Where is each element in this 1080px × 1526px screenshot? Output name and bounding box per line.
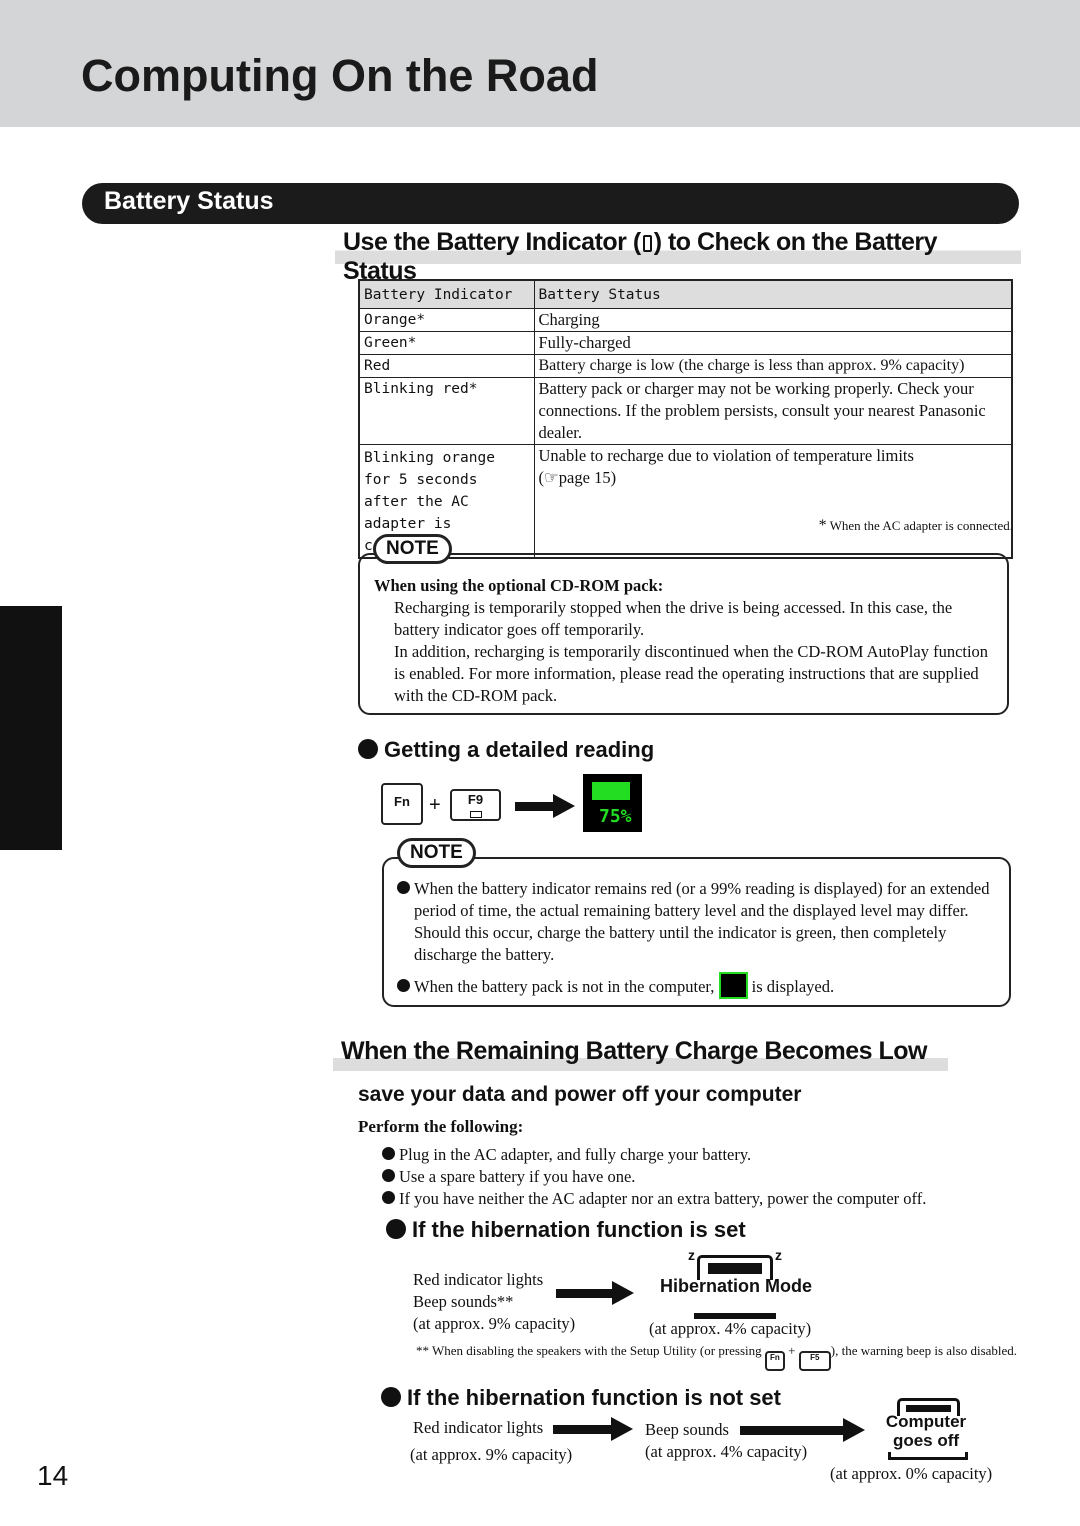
bullet-icon [382,1191,395,1204]
table-row: Blinking orange for 5 seconds after the … [358,443,1013,558]
condition-text: Beep sounds** [413,1292,514,1311]
bullet-icon [382,1169,395,1182]
section-bar: Battery Status [82,183,1019,224]
side-tab [0,606,62,850]
plus-sign: + [788,1343,796,1358]
list-item: If you have neither the AC adapter nor a… [382,1188,926,1210]
note-paragraph: In addition, recharging is temporarily d… [394,642,989,705]
note-label: NOTE [373,534,452,564]
capacity-text: (at approx. 4% capacity) [645,1442,808,1461]
heading-text: If the hibernation function is not set [407,1385,781,1410]
step-text: Red indicator lights [413,1418,544,1437]
cell: Green* [358,330,535,355]
indicator-heading: Use the Battery Indicator () to Check on… [335,228,1021,285]
battery-level-fill [592,782,630,800]
heading-text: Getting a detailed reading [384,737,655,762]
table-row: Orange* Charging [358,307,1013,332]
plus-sign: + [429,794,441,816]
list-item: Plug in the AC adapter, and fully charge… [382,1144,926,1166]
table-footnote: * When the AC adapter is connected. [819,517,1013,535]
page-ref-link[interactable]: page 15) [559,468,616,487]
bullet-icon [397,881,410,894]
battery-percent: 75% [599,806,632,827]
cell: Unable to recharge due to violation of t… [533,443,1013,558]
col-header: Battery Indicator [358,279,535,309]
bullet-icon [381,1387,401,1407]
key-label: F9 [467,792,484,807]
battery-icon [469,811,482,818]
footnote-mark: * [818,517,827,534]
note-content: When using the optional CD-ROM pack: Rec… [374,575,999,707]
footnote-text: ), the warning beep is also disabled. [830,1343,1018,1358]
cell: Battery pack or charger may not be worki… [533,376,1013,445]
computer-off-label: Computer goes off [885,1412,967,1450]
bullet-text: is displayed. [751,977,835,996]
f5-key-icon: F5 [798,1351,831,1371]
hibernation-set-heading: If the hibernation function is set [386,1217,746,1243]
item-text: If you have neither the AC adapter nor a… [399,1189,927,1208]
fn-key-icon: Fn [381,783,423,825]
bullet-icon [386,1219,406,1239]
footnote-text: When the AC adapter is connected. [829,518,1013,533]
cell: Fully-charged [533,330,1013,355]
heading-text: If the hibernation function is set [412,1217,746,1242]
sleep-z-icon: z [688,1247,695,1263]
cell: Red [358,353,535,378]
battery-display-icon: 75% [583,774,642,832]
footnote-text: When disabling the speakers with the Set… [432,1343,762,1358]
cell: Blinking red* [358,376,535,445]
fn-key-icon: Fn [764,1351,785,1371]
bullet-text: When the battery indicator remains red (… [414,879,990,964]
cell: Charging [533,307,1013,332]
pointing-hand-icon: ☞ [544,467,559,487]
table-row: Blinking red* Battery pack or charger may… [358,376,1013,445]
bullet-icon [358,739,378,759]
f9-key-icon: F9 [450,789,501,821]
hib-footnote: ** When disabling the speakers with the … [416,1342,1021,1371]
bullet-icon [382,1147,395,1160]
bullet-icon [397,979,410,992]
cell: Battery charge is low (the charge is les… [533,353,1013,378]
capacity-text: (at approx. 4% capacity) [649,1319,812,1338]
cell: Orange* [358,307,535,332]
step-text: Beep sounds [645,1420,729,1439]
page-title: Computing On the Road [81,50,599,101]
subheading: save your data and power off your comput… [358,1083,802,1106]
cell-text: Unable to recharge due to violation of t… [538,445,914,465]
capacity-text: (at approx. 0% capacity) [830,1464,993,1483]
hib-set-conditions: Red indicator lights Beep sounds** (at a… [413,1269,575,1335]
note-content: When the battery indicator remains red (… [397,878,1001,999]
laptop-base-icon [888,1452,968,1460]
note-bullet: When the battery pack is not in the comp… [397,972,1001,999]
sleep-z-icon: z [775,1247,782,1263]
note-heading: When using the optional CD-ROM pack: [374,576,664,595]
note-bullet: When the battery indicator remains red (… [397,878,1001,966]
note-label: NOTE [397,838,476,868]
battery-indicator-icon [642,235,652,252]
hibernation-mode-label: Hibernation Mode [660,1276,812,1296]
laptop-base-icon [694,1299,776,1319]
bullet-text: When the battery pack is not in the comp… [414,977,715,996]
col-header: Battery Status [533,279,1013,309]
page-number: 14 [37,1460,69,1491]
no-battery-icon [718,972,748,999]
table-row: Red Battery charge is low (the charge is … [358,353,1013,378]
perform-label: Perform the following: [358,1117,524,1136]
table-row: Green* Fully-charged [358,330,1013,355]
heading-text: Use the Battery Indicator ( [343,228,641,256]
low-battery-heading: When the Remaining Battery Charge Become… [333,1037,948,1071]
detailed-heading: Getting a detailed reading [358,737,654,763]
list-item: Use a spare battery if you have one. [382,1166,926,1188]
item-text: Use a spare battery if you have one. [399,1167,636,1186]
footnote-mark: ** [416,1343,429,1358]
action-list: Plug in the AC adapter, and fully charge… [382,1144,926,1210]
capacity-text: (at approx. 9% capacity) [413,1314,576,1333]
item-text: Plug in the AC adapter, and fully charge… [399,1145,752,1164]
hibernation-not-set-heading: If the hibernation function is not set [381,1385,781,1411]
condition-text: Red indicator lights [413,1270,544,1289]
capacity-text: (at approx. 9% capacity) [410,1445,573,1464]
note-paragraph: Recharging is temporarily stopped when t… [394,598,953,639]
